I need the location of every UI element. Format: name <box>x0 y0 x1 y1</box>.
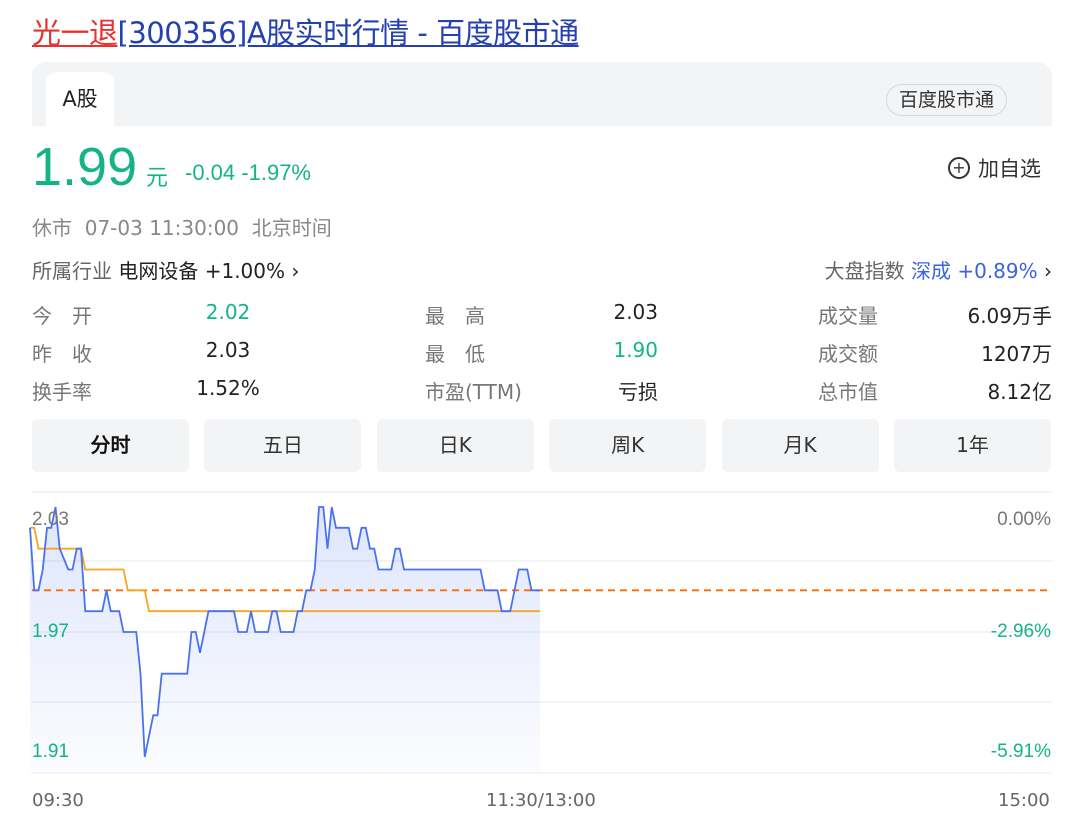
change-value: -0.04 <box>185 160 236 185</box>
stat-label: 换手率 <box>32 380 92 404</box>
current-price: 1.99 <box>32 137 138 197</box>
add-watchlist-label: 加自选 <box>978 157 1041 181</box>
stat-label: 成交量 <box>818 304 878 328</box>
price-change: -0.04 -1.97% <box>185 160 311 186</box>
period-tab-4[interactable]: 月K <box>721 419 879 472</box>
price-unit: 元 <box>146 166 169 191</box>
stat-value: 1.52% <box>196 376 260 400</box>
change-percent: -1.97% <box>241 160 311 185</box>
industry-label: 所属行业 <box>32 259 112 283</box>
stat-label: 成交额 <box>818 342 878 366</box>
stat-label: 昨 收 <box>32 342 92 366</box>
intraday-chart[interactable]: 2.03 1.97 1.91 0.00% -2.96% -5.91% <box>0 480 1080 780</box>
status-state: 休市 <box>32 216 72 240</box>
x-label-midday: 11:30/13:00 <box>486 790 596 811</box>
period-tab-0[interactable]: 分时 <box>32 419 189 472</box>
x-label-close: 15:00 <box>998 790 1050 811</box>
y-label-right: -2.96% <box>991 621 1051 642</box>
price-area <box>30 507 540 773</box>
brand-button[interactable]: 百度股市通 <box>886 84 1008 116</box>
period-tab-2[interactable]: 日K <box>376 419 534 472</box>
index-label: 大盘指数 <box>824 259 905 283</box>
industry-name: 电网设备 <box>118 259 199 283</box>
market-status: 休市 07-03 11:30:00 北京时间 <box>32 212 332 241</box>
stat-label: 最 低 <box>425 342 485 366</box>
status-timezone: 北京时间 <box>251 216 332 240</box>
tab-a-share[interactable]: A股 <box>46 72 114 126</box>
stat-value: 2.02 <box>205 300 251 324</box>
stat-value: 8.12亿 <box>987 380 1052 404</box>
stat-value: 6.09万手 <box>967 304 1052 328</box>
stat-value: 2.03 <box>205 338 251 362</box>
industry-change: +1.00% <box>204 259 286 283</box>
y-label-left: 1.97 <box>32 621 69 642</box>
y-label-right: 0.00% <box>997 509 1051 530</box>
y-label-right: -5.91% <box>991 741 1051 762</box>
y-label-left: 1.91 <box>32 741 69 762</box>
market-index-link[interactable]: 大盘指数 深成 +0.89% › <box>825 255 1052 284</box>
stat-value: 1207万 <box>981 342 1052 366</box>
title-link[interactable]: [300356]A股实时行情 - 百度股市通 <box>118 16 580 50</box>
stat-value: 1.90 <box>613 338 658 362</box>
page-title[interactable]: 光一退[300356]A股实时行情 - 百度股市通 <box>32 10 579 52</box>
period-tab-3[interactable]: 周K <box>549 419 707 472</box>
chevron-right-icon: › <box>291 259 300 283</box>
stat-label: 今 开 <box>32 304 92 328</box>
plus-circle-icon: + <box>948 157 970 179</box>
period-tab-1[interactable]: 五日 <box>204 419 362 472</box>
index-change: +0.89% <box>957 259 1038 283</box>
index-name: 深成 <box>910 259 951 283</box>
add-watchlist-button[interactable]: + 加自选 <box>948 153 1041 183</box>
stat-value: 2.03 <box>613 300 658 324</box>
stat-label: 最 高 <box>425 304 485 328</box>
stock-name-link[interactable]: 光一退 <box>32 16 118 50</box>
status-time: 07-03 11:30:00 <box>84 216 240 240</box>
x-label-open: 09:30 <box>32 790 84 811</box>
y-label-left: 2.03 <box>32 509 69 530</box>
stat-label: 总市值 <box>818 380 878 404</box>
stat-value: 亏损 <box>618 380 658 404</box>
chevron-right-icon: › <box>1044 259 1052 283</box>
period-tab-5[interactable]: 1年 <box>894 419 1051 472</box>
industry-link[interactable]: 所属行业 电网设备 +1.00% › <box>32 255 299 284</box>
